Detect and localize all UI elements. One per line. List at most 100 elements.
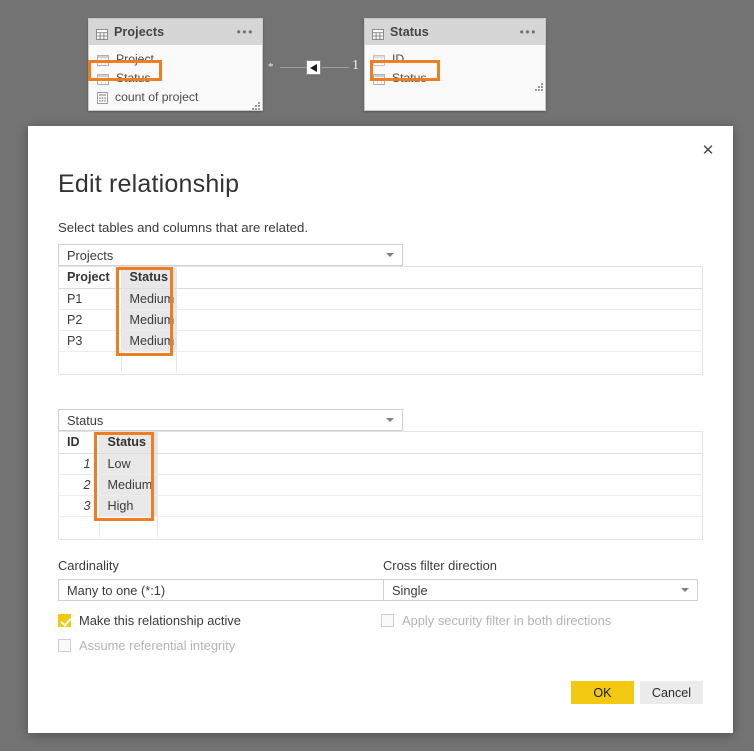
cell-empty [176, 351, 702, 372]
cell-filler [176, 309, 702, 331]
table-card-fields-status: ID Status [365, 45, 545, 93]
cell: Low [99, 453, 158, 475]
table-row[interactable]: P2 Medium [59, 309, 702, 331]
cell-filler [157, 474, 702, 496]
connector-line-right [322, 67, 349, 68]
column-icon [373, 53, 385, 66]
from-preview-grid[interactable]: Project Status P1 Medium P2 Medium P3 Me… [58, 266, 703, 375]
make-relationship-active-checkbox[interactable]: Make this relationship active [58, 613, 241, 628]
cross-filter-value: Single [392, 582, 428, 598]
column-header[interactable]: Status [121, 267, 177, 289]
cardinality-many-label: * [268, 61, 274, 73]
table-row[interactable]: P3 Medium [59, 330, 702, 352]
cell-filler [157, 453, 702, 475]
cell-filler [176, 288, 702, 310]
table-card-header-status[interactable]: Status ••• [365, 19, 545, 45]
cardinality-value: Many to one (*:1) [67, 582, 166, 598]
table-card-status[interactable]: Status ••• ID Status [364, 18, 546, 111]
chevron-down-icon [386, 253, 394, 257]
field-row[interactable]: Status [365, 68, 545, 87]
cell: P1 [59, 288, 122, 310]
cell-filler [157, 495, 702, 517]
column-header-filler [176, 267, 702, 289]
measure-calculator-icon [97, 91, 108, 104]
cancel-button[interactable]: Cancel [640, 681, 703, 704]
edit-relationship-dialog: ✕ Edit relationship Select tables and co… [28, 126, 733, 733]
column-icon [97, 53, 109, 66]
to-preview-grid[interactable]: ID Status 1 Low 2 Medium 3 High [58, 431, 703, 540]
relationship-connector[interactable]: * 1 [268, 54, 364, 78]
table-card-header-projects[interactable]: Projects ••• [89, 19, 262, 45]
field-label: Status [116, 70, 151, 85]
column-icon [373, 72, 385, 85]
column-header[interactable]: Status [99, 432, 158, 454]
chevron-down-icon [386, 418, 394, 422]
table-icon [96, 27, 108, 40]
cross-filter-label: Cross filter direction [383, 558, 497, 573]
cell: P2 [59, 309, 122, 331]
resize-grip[interactable] [252, 102, 260, 110]
resize-grip[interactable] [535, 83, 543, 91]
to-table-select[interactable]: Status [58, 409, 403, 431]
table-card-title: Status [390, 25, 429, 39]
field-row[interactable]: ID [365, 49, 545, 68]
to-preview-table: ID Status 1 Low 2 Medium 3 High [59, 432, 702, 537]
ellipsis-icon[interactable]: ••• [520, 26, 537, 38]
table-card-projects[interactable]: Projects ••• Project Status count of pro… [88, 18, 263, 111]
table-row[interactable]: 3 High [59, 495, 702, 517]
field-label: Status [392, 70, 427, 85]
table-header-row: Project Status [59, 267, 702, 289]
from-preview-table: Project Status P1 Medium P2 Medium P3 Me… [59, 267, 702, 372]
apply-security-filter-checkbox: Apply security filter in both directions [381, 613, 611, 628]
from-table-select[interactable]: Projects [58, 244, 403, 266]
ellipsis-icon[interactable]: ••• [237, 26, 254, 38]
connector-line-left [280, 67, 307, 68]
cardinality-one-label: 1 [352, 58, 359, 73]
cell-empty [157, 516, 702, 537]
table-row[interactable]: 2 Medium [59, 474, 702, 496]
dialog-subtitle: Select tables and columns that are relat… [58, 220, 308, 235]
table-row-empty [59, 516, 702, 537]
checkbox-checked-icon [58, 614, 71, 627]
cell: High [99, 495, 158, 517]
column-header[interactable]: Project [59, 267, 122, 289]
cell: Medium [99, 474, 158, 496]
field-row[interactable]: Project [89, 49, 262, 68]
ok-button[interactable]: OK [571, 681, 634, 704]
to-table-value: Status [67, 412, 104, 428]
dialog-title: Edit relationship [58, 170, 240, 198]
cell-empty [59, 351, 122, 372]
checkbox-unchecked-icon [58, 639, 71, 652]
column-header[interactable]: ID [59, 432, 100, 454]
cell: 1 [59, 453, 100, 475]
checkbox-unchecked-icon [381, 614, 394, 627]
cell: Medium [121, 288, 177, 310]
checkbox-label: Make this relationship active [79, 613, 241, 628]
from-table-value: Projects [67, 247, 114, 263]
cardinality-label: Cardinality [58, 558, 119, 573]
assume-referential-integrity-checkbox: Assume referential integrity [58, 638, 235, 653]
left-arrow-icon[interactable] [306, 60, 321, 75]
table-card-fields-projects: Project Status count of project [89, 45, 262, 112]
cell: Medium [121, 309, 177, 331]
cell-empty [59, 516, 100, 537]
table-row-empty [59, 351, 702, 372]
table-row[interactable]: P1 Medium [59, 288, 702, 310]
field-label: count of project [115, 89, 199, 104]
table-row[interactable]: 1 Low [59, 453, 702, 475]
table-card-title: Projects [114, 25, 165, 39]
field-label: ID [392, 51, 405, 66]
cardinality-select[interactable]: Many to one (*:1) [58, 579, 403, 601]
cell-empty [99, 516, 158, 537]
field-row[interactable]: Status [89, 68, 262, 87]
table-header-row: ID Status [59, 432, 702, 454]
cross-filter-select[interactable]: Single [383, 579, 698, 601]
table-icon [372, 27, 384, 40]
checkbox-label: Apply security filter in both directions [402, 613, 612, 628]
cell: 2 [59, 474, 100, 496]
field-row[interactable]: count of project [89, 87, 262, 106]
cell: 3 [59, 495, 100, 517]
column-header-filler [157, 432, 702, 454]
close-icon[interactable]: ✕ [693, 136, 723, 164]
cell-filler [176, 330, 702, 352]
